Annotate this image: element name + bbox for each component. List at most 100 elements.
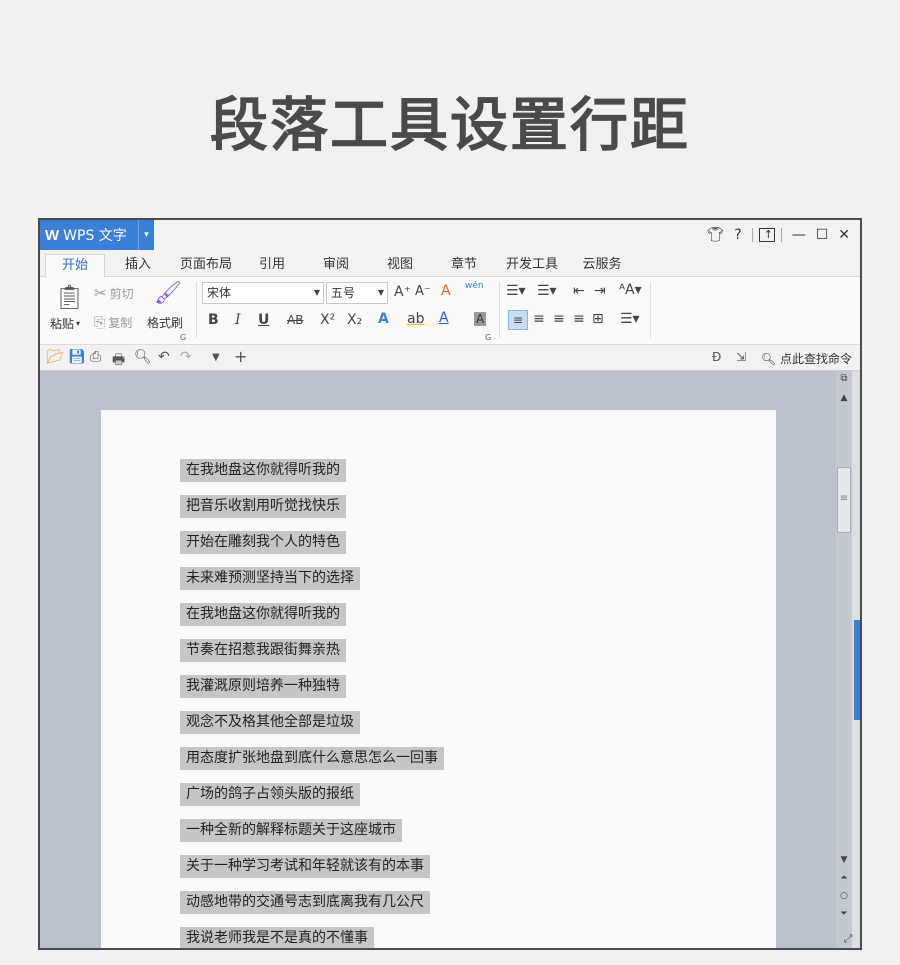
increase-indent-icon[interactable]: ⇥ [594, 283, 606, 299]
title-separator-2 [780, 228, 782, 242]
selected-line[interactable]: 开始在雕刻我个人的特色 [180, 531, 346, 554]
highlight-button[interactable]: ab [407, 311, 424, 327]
scroll-up-icon[interactable]: ▲ [836, 393, 852, 403]
text-direction-icon[interactable]: ᴬA▾ [619, 282, 642, 298]
minimize-icon[interactable]: — [788, 227, 810, 243]
selected-line[interactable]: 节奏在招惹我跟街舞亲热 [180, 639, 346, 662]
paste-icon[interactable]: 📋︎ [54, 283, 84, 311]
line-spacing-icon[interactable]: ☰▾ [620, 311, 640, 327]
doc-status-icon[interactable]: Ð [712, 350, 721, 364]
tab-chapter[interactable]: 章节 [440, 254, 488, 277]
decrease-indent-icon[interactable]: ⇤ [573, 283, 585, 299]
selected-line[interactable]: 动感地带的交通号志到底离我有几公尺 [180, 891, 430, 914]
add-icon[interactable]: + [234, 347, 247, 366]
tab-insert[interactable]: 插入 [112, 254, 164, 277]
print-preview-icon[interactable]: 🔍︎ [134, 349, 152, 365]
document-page[interactable]: 在我地盘这你就得听我的 把音乐收割用听觉找快乐 开始在雕刻我个人的特色 未来难预… [101, 410, 776, 948]
font-group-launcher[interactable]: G [485, 333, 491, 342]
strikethrough-button[interactable]: AB [287, 313, 303, 327]
share-icon[interactable]: ⇲ [736, 350, 746, 364]
save-icon[interactable]: 💾︎ [68, 349, 86, 365]
select-browse-object-icon[interactable]: ○ [836, 891, 852, 901]
title-separator [751, 228, 753, 242]
selected-line[interactable]: 在我地盘这你就得听我的 [180, 459, 346, 482]
paste-button[interactable]: 粘贴 ▾ [50, 315, 80, 332]
selected-line[interactable]: 用态度扩张地盘到底什么意思怎么一回事 [180, 747, 444, 770]
phonetic-guide-icon[interactable]: wén [465, 281, 484, 291]
previous-page-icon[interactable]: ⏶ [836, 873, 852, 883]
font-name-select[interactable]: 宋体 ▼ [202, 282, 324, 304]
format-painter-icon[interactable]: 🖌︎ [154, 281, 182, 306]
bullet-list-icon[interactable]: ☰▾ [506, 283, 526, 299]
open-folder-icon[interactable]: 📂︎ [46, 349, 64, 365]
shrink-font-button[interactable]: A⁻ [415, 284, 431, 299]
app-name: WPS 文字 [63, 228, 127, 244]
split-view-icon[interactable]: ⧉ [836, 373, 852, 384]
app-menu-button[interactable]: W WPS 文字 ▾ [40, 220, 154, 250]
chevron-down-icon: ▼ [313, 288, 320, 297]
selected-line[interactable]: 未来难预测坚持当下的选择 [180, 567, 360, 590]
font-size-select[interactable]: 五号 ▼ [326, 282, 388, 304]
cut-button[interactable]: ✂ 剪切 [94, 284, 134, 302]
selected-line[interactable]: 我说老师我是不是真的不懂事 [180, 927, 374, 948]
print-icon[interactable]: 🖶 [112, 349, 125, 373]
undo-icon[interactable]: ↶ [158, 349, 170, 365]
upload-icon[interactable]: ↑ [758, 228, 775, 242]
tab-page-layout[interactable]: 页面布局 [176, 254, 236, 277]
selected-line[interactable]: 广场的鸽子占领头版的报纸 [180, 783, 360, 806]
export-pdf-icon[interactable]: ⎙ [90, 349, 101, 365]
command-search[interactable]: 🔍︎ 点此查找命令 [761, 350, 852, 367]
clipboard-group-launcher[interactable]: G [180, 333, 186, 342]
font-color-button[interactable]: A [439, 310, 449, 326]
scroll-down-icon[interactable]: ▼ [836, 855, 852, 865]
redo-icon[interactable]: ↷ [180, 349, 192, 365]
shirt-icon[interactable]: 👕︎ [702, 227, 728, 243]
selected-line[interactable]: 关于一种学习考试和年轻就该有的本事 [180, 855, 430, 878]
customize-dropdown-icon[interactable]: ▼ [212, 352, 220, 363]
selected-line[interactable]: 观念不及格其他全部是垃圾 [180, 711, 360, 734]
vertical-scrollbar[interactable]: ⧉ ▲ ≡ ▼ ⏶ ○ ⏷ [836, 371, 852, 948]
justify-icon[interactable]: ≡ [573, 311, 585, 327]
command-search-label: 点此查找命令 [779, 352, 852, 366]
text-effect-button[interactable]: A [378, 311, 389, 327]
format-painter-button[interactable]: 格式刷 [147, 314, 183, 331]
chevron-down-icon: ▼ [377, 288, 384, 297]
align-left-icon[interactable]: ≡ [508, 310, 528, 330]
grow-font-button[interactable]: A⁺ [394, 284, 411, 300]
superscript-button[interactable]: X² [320, 312, 335, 328]
italic-button[interactable]: I [235, 312, 241, 328]
char-shading-button[interactable]: A [474, 312, 487, 326]
align-right-icon[interactable]: ≡ [553, 311, 565, 327]
align-center-icon[interactable]: ≡ [533, 311, 545, 327]
page-heading: 段落工具设置行距 [209, 91, 690, 159]
copy-button[interactable]: ⎘ 复制 [94, 314, 132, 331]
app-dropdown-arrow-icon[interactable]: ▾ [138, 220, 154, 250]
next-page-icon[interactable]: ⏷ [836, 909, 852, 919]
numbered-list-icon[interactable]: ☰▾ [537, 283, 557, 299]
underline-button[interactable]: U [258, 312, 269, 328]
tab-review[interactable]: 审阅 [312, 254, 360, 277]
selected-line[interactable]: 一种全新的解释标题关于这座城市 [180, 819, 402, 842]
font-size-value: 五号 [331, 286, 356, 300]
selected-line[interactable]: 在我地盘这你就得听我的 [180, 603, 346, 626]
help-icon[interactable]: ? [730, 227, 745, 243]
task-pane-toggle[interactable] [854, 620, 860, 720]
subscript-button[interactable]: X₂ [347, 312, 362, 328]
paste-label: 粘贴 [50, 317, 75, 331]
tab-developer[interactable]: 开发工具 [500, 254, 564, 277]
maximize-icon[interactable]: ☐ [812, 227, 833, 243]
distribute-icon[interactable]: ⊞ [592, 311, 604, 327]
clear-format-icon[interactable]: A [441, 283, 451, 299]
selected-line[interactable]: 我灌溉原则培养一种独特 [180, 675, 346, 698]
tab-references[interactable]: 引用 [248, 254, 296, 277]
wps-window: W WPS 文字 ▾ 👕︎ ? ↑ — ☐ ✕ 开始 插入 页面布局 引用 审阅… [38, 218, 862, 950]
scrollbar-thumb[interactable]: ≡ [837, 467, 851, 533]
tab-cloud-service[interactable]: 云服务 [574, 254, 630, 277]
close-icon[interactable]: ✕ [834, 227, 854, 243]
tab-view[interactable]: 视图 [376, 254, 424, 277]
ribbon-separator [650, 282, 651, 338]
selected-line[interactable]: 把音乐收割用听觉找快乐 [180, 495, 346, 518]
tab-home[interactable]: 开始 [45, 254, 105, 278]
fullscreen-icon[interactable]: ⤢ [836, 928, 860, 948]
bold-button[interactable]: B [208, 312, 219, 328]
